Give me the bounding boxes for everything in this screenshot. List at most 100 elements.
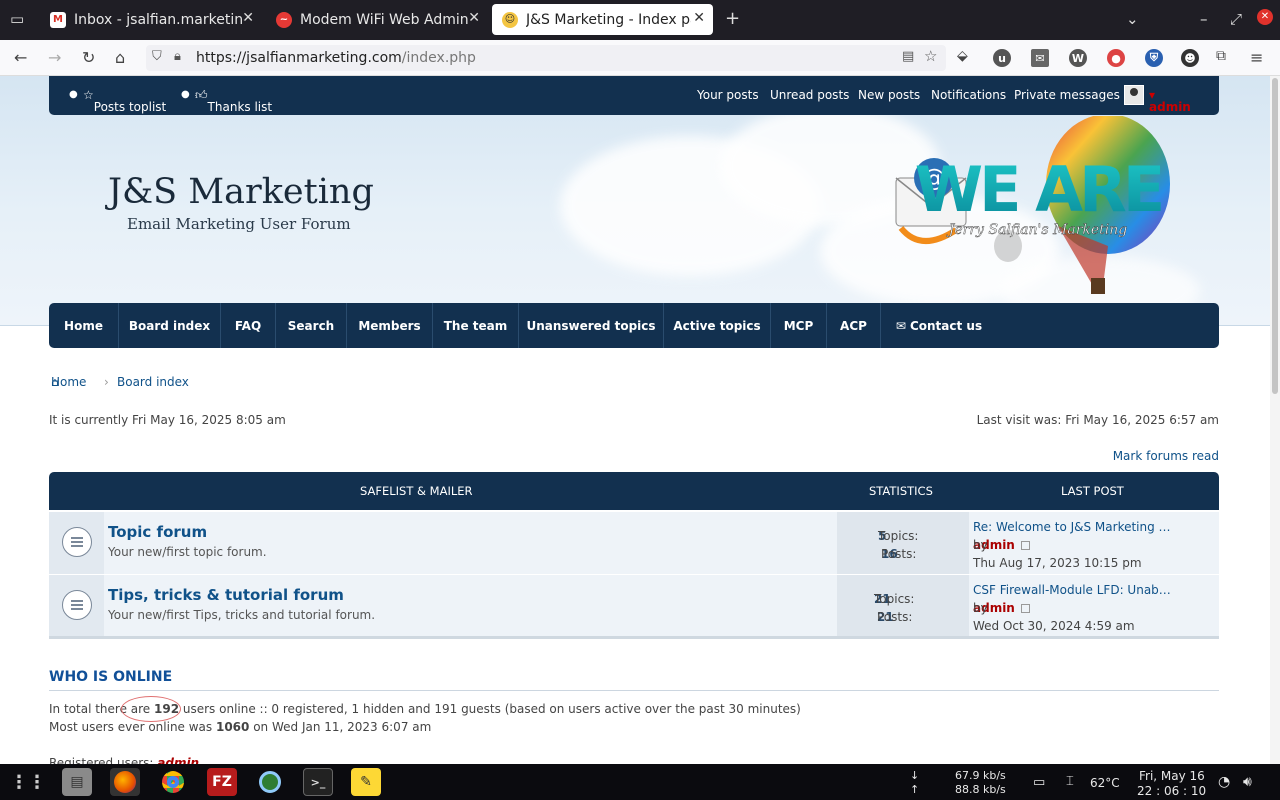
extensions-icon[interactable]: ⧉ (1216, 48, 1226, 64)
nav-search[interactable]: Search (276, 303, 347, 348)
last-post-title-link[interactable]: CSF Firewall-Module LFD: Unab… (973, 583, 1171, 597)
page-scrollbar[interactable] (1270, 76, 1280, 764)
window-close-icon[interactable]: ✕ (1257, 9, 1273, 25)
unread-posts-link[interactable]: Unread posts (770, 88, 849, 102)
nav-mcp[interactable]: MCP (771, 303, 827, 348)
site-logo: @ WE ARE Jerry Salfian's Marketing (888, 114, 1178, 306)
cpu-temperature: 62°C (1090, 776, 1120, 790)
chevron-down-icon[interactable]: ⌄ (1126, 10, 1139, 28)
net-download-rate: 67.9 kb/s (955, 769, 1006, 782)
forum-read-icon (62, 527, 92, 557)
lock-icon[interactable]: 🔒︎ (174, 49, 181, 64)
restore-icon[interactable]: ⤢ (1230, 10, 1242, 28)
tab-title: J&S Marketing - Index page (526, 11, 691, 28)
annotation-circle (121, 696, 181, 722)
bookmark-star-icon[interactable]: ☆ (924, 47, 937, 65)
address-bar[interactable]: ⛉ 🔒︎ https://jsalfianmarketing.com/index… (146, 45, 946, 71)
nav-unanswered-topics[interactable]: Unanswered topics (519, 303, 664, 348)
text-editor-icon[interactable]: ✎ (351, 768, 381, 796)
your-posts-link[interactable]: Your posts (697, 88, 759, 102)
nav-board-index[interactable]: Board index (119, 303, 221, 348)
firefox-icon[interactable] (110, 768, 140, 796)
user-menu[interactable]: admin ▾ (1149, 88, 1191, 114)
close-icon[interactable]: ✕ (468, 10, 480, 26)
nav-acp[interactable]: ACP (827, 303, 881, 348)
site-name[interactable]: J&S Marketing (108, 172, 374, 212)
topics-count: Topics: 21 (874, 592, 915, 606)
posts-toplist-link[interactable]: ☆ Posts toplist (83, 88, 166, 114)
remote-desktop-icon[interactable] (255, 768, 285, 796)
forward-icon[interactable]: → (48, 48, 61, 67)
shield-extension-icon[interactable]: ⛨ (1145, 49, 1163, 67)
shield-icon[interactable]: ⛉ (152, 49, 162, 64)
wifi-icon[interactable]: ◔ (1218, 774, 1230, 790)
menu-icon[interactable]: ≡ (1250, 48, 1263, 67)
avatar[interactable] (1124, 85, 1144, 105)
clock-time[interactable]: 22 : 06 : 10 (1137, 784, 1206, 798)
filezilla-icon[interactable]: FZ (207, 768, 237, 796)
pocket-icon[interactable]: ⬙ (957, 48, 968, 64)
mark-forums-read-link[interactable]: Mark forums read (1113, 449, 1219, 463)
tab-modem[interactable]: ~ Modem WiFi Web Admin ✕ (266, 4, 488, 35)
last-post-date: Wed Oct 30, 2024 4:59 am (973, 619, 1135, 633)
forum-title-link[interactable]: Tips, tricks & tutorial forum (108, 586, 344, 604)
forum-category-header: SAFELIST & MAILER STATISTICS LAST POST (49, 472, 1219, 510)
close-icon[interactable]: ✕ (242, 10, 254, 26)
nav-contact-us[interactable]: ✉ Contact us (881, 303, 997, 348)
topics-count: Topics: 5 (878, 529, 919, 543)
private-messages-link[interactable]: Private messages (1014, 88, 1120, 102)
back-icon[interactable]: ← (14, 48, 27, 67)
tab-list-icon[interactable]: ▭ (10, 10, 24, 28)
mail-icon[interactable]: ✉ (1031, 49, 1049, 67)
net-upload-rate: 88.8 kb/s (955, 783, 1006, 796)
wordpress-icon[interactable]: W (1069, 49, 1087, 67)
minimize-icon[interactable]: – (1200, 10, 1208, 28)
nav-active-topics[interactable]: Active topics (664, 303, 771, 348)
forum-title-link[interactable]: Topic forum (108, 523, 207, 541)
browser-tab-bar: ▭ M Inbox - jsalfian.marketing@ ✕ ~ Mode… (0, 0, 1280, 40)
new-posts-link[interactable]: New posts (858, 88, 920, 102)
file-manager-icon[interactable]: ▤ (62, 768, 92, 796)
terminal-icon[interactable]: >_ (303, 768, 333, 796)
posts-count: Posts: 16 (881, 547, 917, 561)
home-icon[interactable]: ⌂ (115, 48, 125, 67)
nav-the-team[interactable]: The team (433, 303, 519, 348)
volume-icon[interactable]: 🔊︎ (1243, 774, 1252, 790)
most-users-online: Most users ever online was 1060 on Wed J… (49, 720, 432, 734)
site-favicon-icon: ☺ (502, 11, 518, 28)
logo-subtext: Jerry Salfian's Marketing (946, 222, 1128, 238)
registered-users: Registered users: admin (49, 756, 199, 764)
view-post-icon[interactable] (1020, 604, 1030, 613)
reader-view-icon[interactable]: ▤ (902, 49, 914, 64)
close-icon[interactable]: ✕ (693, 10, 705, 26)
main-navigation: Home Board index FAQ Search Members The … (49, 303, 1219, 348)
reload-icon[interactable]: ↻ (82, 48, 95, 67)
tab-title: Modem WiFi Web Admin (300, 11, 469, 28)
nav-members[interactable]: Members (347, 303, 433, 348)
ublock-icon[interactable]: u (993, 49, 1011, 67)
chrome-icon[interactable] (158, 768, 188, 796)
tab-jsmarketing[interactable]: ☺ J&S Marketing - Index page ✕ (492, 4, 713, 35)
clock-date[interactable]: Fri, May 16 (1139, 769, 1205, 783)
new-tab-icon[interactable]: + (725, 8, 740, 29)
tab-inbox[interactable]: M Inbox - jsalfian.marketing@ ✕ (40, 4, 262, 35)
nav-faq[interactable]: FAQ (221, 303, 276, 348)
notifications-link[interactable]: Notifications (931, 88, 1006, 102)
table-bottom-border (49, 636, 1219, 639)
profile-icon[interactable]: ☻ (1181, 49, 1199, 67)
who-is-online-title[interactable]: WHO IS ONLINE (49, 669, 172, 685)
view-post-icon[interactable] (1020, 541, 1030, 550)
nav-home[interactable]: Home (49, 303, 119, 348)
registered-user-link[interactable]: admin (157, 756, 199, 764)
browser-toolbar: ← → ↻ ⌂ ⛉ 🔒︎ https://jsalfianmarketing.c… (0, 40, 1280, 76)
category-title[interactable]: SAFELIST & MAILER (360, 484, 473, 498)
breadcrumb-board-index[interactable]: Board index (117, 375, 189, 389)
forum-row: Tips, tricks & tutorial forum Your new/f… (49, 575, 1219, 637)
scrollbar-thumb[interactable] (1272, 78, 1278, 394)
app-grid-icon[interactable]: ⋮⋮ (10, 768, 46, 796)
last-post-title-link[interactable]: Re: Welcome to J&S Marketing … (973, 520, 1171, 534)
clipboard-icon[interactable]: ▭ (1033, 775, 1045, 790)
extension-red-icon[interactable]: ● (1107, 49, 1125, 67)
thanks-list-link[interactable]: 👍︎ Thanks list (195, 88, 272, 114)
forum-statistics: Topics: 21 Posts: 21 (837, 575, 969, 637)
